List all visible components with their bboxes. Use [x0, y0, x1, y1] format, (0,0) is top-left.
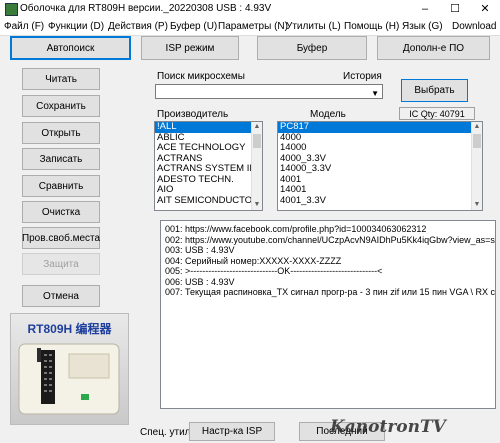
menu-file[interactable]: Файл (F): [4, 21, 44, 32]
close-button[interactable]: ✕: [470, 0, 500, 18]
extra-software-button[interactable]: Дополн-е ПО: [377, 36, 490, 60]
menu-functions[interactable]: Функции (D): [48, 21, 104, 32]
buffer-button[interactable]: Буфер: [257, 36, 367, 60]
model-scrollbar[interactable]: ▲ ▼: [471, 122, 482, 210]
list-item[interactable]: PC817: [278, 122, 482, 133]
watermark: KanotronTV: [330, 417, 446, 437]
manufacturer-list[interactable]: !ALL ABLIC ACE TECHNOLOGY ACTRANS ACTRAN…: [154, 121, 263, 211]
log-output[interactable]: 001: https://www.facebook.com/profile.ph…: [160, 220, 496, 409]
device-caption: RT809H 编程器: [27, 322, 112, 336]
search-label: Поиск микросхемы: [157, 71, 245, 82]
save-button[interactable]: Сохранить: [22, 95, 100, 117]
compare-button[interactable]: Сравнить: [22, 175, 100, 197]
title-bar: Оболочка для RT809H версии._20220308 USB…: [0, 0, 500, 18]
autosearch-button[interactable]: Автопоиск: [10, 36, 131, 60]
menu-help[interactable]: Помощь (H): [344, 21, 399, 32]
scroll-up-icon[interactable]: ▲: [472, 122, 482, 132]
select-button[interactable]: Выбрать: [401, 79, 468, 102]
list-item[interactable]: 14000: [278, 142, 482, 154]
list-item[interactable]: 4001: [278, 174, 482, 186]
scroll-thumb[interactable]: [473, 134, 481, 148]
menu-actions[interactable]: Действия (P): [108, 21, 168, 32]
log-line: 005: >-----------------------------OK---…: [165, 266, 383, 276]
blank-check-button[interactable]: Пров.своб.места: [22, 227, 100, 249]
menu-bar: Файл (F) Функции (D) Действия (P) Буфер …: [0, 18, 500, 36]
scroll-down-icon[interactable]: ▼: [252, 200, 262, 210]
programmer-device-image: RT809H 编程器: [10, 313, 129, 425]
write-button[interactable]: Записать: [22, 148, 100, 170]
minimize-button[interactable]: –: [410, 0, 440, 18]
history-label: История: [343, 71, 382, 82]
list-item[interactable]: AIT SEMICONDUCTOR: [155, 195, 262, 207]
list-item[interactable]: 4001_3.3V: [278, 195, 482, 207]
manufacturer-label: Производитель: [157, 109, 229, 120]
special-utils-label: Спец. утил.: [140, 427, 194, 438]
isp-settings-button[interactable]: Настр-ка ISP: [189, 422, 275, 441]
app-icon: [5, 3, 18, 16]
window-title: Оболочка для RT809H версии._20220308 USB…: [20, 3, 272, 14]
list-item[interactable]: 14000_3.3V: [278, 163, 482, 175]
list-item[interactable]: ACTRANS SYSTEM INC: [155, 163, 262, 175]
model-label: Модель: [310, 109, 346, 120]
list-item[interactable]: 14001: [278, 184, 482, 196]
menu-params[interactable]: Параметры (N): [218, 21, 288, 32]
protect-button[interactable]: Защита: [22, 253, 100, 275]
log-line: 006: USB : 4.93V: [165, 276, 235, 287]
list-item[interactable]: AIO: [155, 184, 262, 196]
scroll-up-icon[interactable]: ▲: [252, 122, 262, 132]
scroll-thumb[interactable]: [253, 134, 261, 148]
manufacturer-scrollbar[interactable]: ▲ ▼: [251, 122, 262, 210]
erase-button[interactable]: Очистка: [22, 201, 100, 223]
log-line: 002: https://www.youtube.com/channel/UCz…: [165, 234, 496, 245]
scroll-down-icon[interactable]: ▼: [472, 200, 482, 210]
list-item[interactable]: !ALL: [155, 122, 262, 133]
log-line: 003: USB : 4.93V: [165, 245, 235, 255]
log-line: 004: Серийный номер:XXXXX-XXXX-ZZZZ: [165, 255, 342, 266]
isp-mode-button[interactable]: ISP режим: [141, 36, 239, 60]
list-item[interactable]: 4000: [278, 132, 482, 144]
open-button[interactable]: Открыть: [22, 122, 100, 144]
menu-buffer[interactable]: Буфер (U): [170, 21, 217, 32]
read-button[interactable]: Читать: [22, 68, 100, 90]
search-combo[interactable]: ▼: [155, 84, 383, 99]
maximize-button[interactable]: ☐: [440, 0, 470, 18]
ic-qty-display: IC Qty: 40791: [399, 107, 475, 120]
menu-download[interactable]: Download: [452, 21, 496, 32]
cancel-button[interactable]: Отмена: [22, 285, 100, 307]
log-line: 007: Текущая распиновка_TX сигнал прогр-…: [165, 287, 496, 297]
model-list[interactable]: PC817 4000 14000 4000_3.3V 14000_3.3V 40…: [277, 121, 483, 211]
list-item[interactable]: ACE TECHNOLOGY: [155, 142, 262, 154]
log-line: 001: https://www.facebook.com/profile.ph…: [165, 224, 427, 234]
chevron-down-icon[interactable]: ▼: [371, 89, 379, 98]
menu-utils[interactable]: Утилиты (L): [286, 21, 341, 32]
menu-language[interactable]: Язык (G): [402, 21, 443, 32]
